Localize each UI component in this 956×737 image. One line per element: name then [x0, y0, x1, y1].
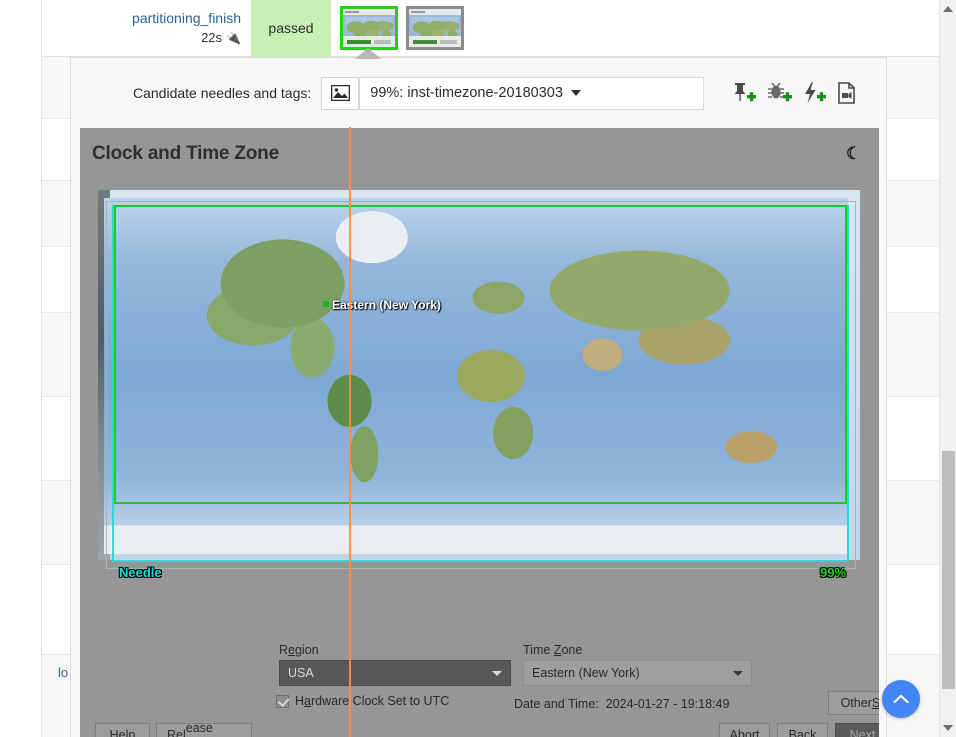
world-map-image — [104, 198, 848, 554]
popover-caret-icon — [355, 48, 381, 59]
chevron-down-icon — [570, 90, 581, 96]
region-select[interactable]: USA — [279, 660, 511, 686]
map-background — [98, 190, 860, 560]
release-notes-button[interactable]: Release Notes... — [156, 721, 252, 737]
page-title: Clock and Time Zone — [92, 143, 279, 164]
plug-icon: 🔌 — [226, 30, 241, 45]
partial-log-link[interactable]: lo — [58, 665, 68, 680]
match-percent-label: 99% — [820, 565, 847, 580]
help-button[interactable]: Help — [95, 723, 150, 737]
timezone-select[interactable]: Eastern (New York) — [523, 660, 752, 686]
needle-select[interactable]: 99%: inst-timezone-20180303 — [359, 76, 705, 110]
region-label: Region — [279, 643, 319, 657]
candidate-needles-label: Candidate needles and tags: — [133, 85, 312, 101]
module-duration: 22s — [201, 29, 223, 45]
needle-label: Needle — [119, 565, 162, 580]
table-row: partitioning_finish 22s 🔌 passed — [42, 0, 940, 57]
page-scrollbar[interactable] — [939, 0, 956, 737]
image-icon-button[interactable] — [321, 76, 360, 110]
module-name-cell: partitioning_finish 22s 🔌 — [42, 8, 251, 47]
timezone-map-label: Eastern (New York) — [332, 298, 441, 312]
thumbnail-button-3 — [443, 40, 457, 44]
hardware-clock-utc-label: Hardware Clock Set to UTC — [295, 694, 450, 708]
module-name-link[interactable]: partitioning_finish — [42, 8, 241, 28]
thumbnail-strip — [331, 0, 464, 57]
thumbnail-1[interactable] — [340, 6, 398, 50]
image-icon — [330, 85, 350, 101]
moon-icon: ☾ — [845, 144, 861, 163]
other-settings-button[interactable]: Other Settings... — [828, 691, 879, 715]
video-file-icon[interactable] — [838, 82, 856, 104]
flash-add-icon[interactable] — [803, 81, 829, 105]
timezone-select-value: Eastern (New York) — [532, 666, 640, 680]
checkbox-icon — [276, 694, 289, 708]
next-button[interactable]: Next — [835, 723, 879, 737]
timezone-label: Time Zone — [523, 643, 583, 657]
chevron-down-icon — [733, 670, 743, 676]
date-and-time-readout: Date and Time: 2024-01-27 - 19:18:49 — [514, 697, 729, 711]
scroll-down-arrow[interactable] — [943, 725, 953, 731]
thumbnail-button-3 — [377, 40, 391, 44]
thumbnail-button-1 — [347, 40, 371, 44]
abort-button[interactable]: Ab o rt — [719, 723, 770, 737]
chevron-down-icon — [492, 670, 502, 676]
scroll-to-top-button[interactable] — [882, 680, 920, 718]
chevron-up-icon — [893, 694, 909, 704]
thumbnail-button-1 — [413, 40, 437, 44]
scroll-up-arrow[interactable] — [943, 6, 953, 12]
date-time-value: 2024-01-27 - 19:18:49 — [605, 697, 730, 711]
back-button[interactable]: Back — [777, 723, 828, 737]
needle-toolbar: Candidate needles and tags: 99%: inst-ti… — [71, 58, 886, 128]
thumbnail-2[interactable] — [406, 6, 464, 50]
thumbnail-titlebar — [409, 9, 461, 15]
bug-add-icon[interactable] — [766, 81, 794, 105]
needle-tool-icons — [731, 81, 856, 105]
timezone-marker-dot — [323, 301, 329, 307]
needle-panel: Candidate needles and tags: 99%: inst-ti… — [70, 57, 887, 737]
installer-titlebar: Clock and Time Zone ☾ — [80, 128, 879, 180]
timezone-map[interactable] — [98, 190, 860, 560]
region-select-value: USA — [288, 666, 314, 680]
needle-select-value: 99%: inst-timezone-20180303 — [370, 85, 563, 101]
installer-window: Clock and Time Zone ☾ Region USA Time Zo… — [80, 128, 879, 737]
installer-form: Region USA Time Zone Eastern (New York) … — [80, 643, 879, 737]
thumbnail-titlebar — [343, 9, 395, 15]
scrollbar-thumb[interactable] — [942, 451, 955, 689]
page-root: partitioning_finish 22s 🔌 passed lo Cand… — [0, 0, 956, 737]
date-time-label: Date and Time: — [514, 697, 599, 711]
status-badge: passed — [251, 0, 331, 57]
pin-add-icon[interactable] — [731, 81, 757, 105]
hardware-clock-utc-checkbox[interactable]: Hardware Clock Set to UTC — [276, 694, 449, 708]
